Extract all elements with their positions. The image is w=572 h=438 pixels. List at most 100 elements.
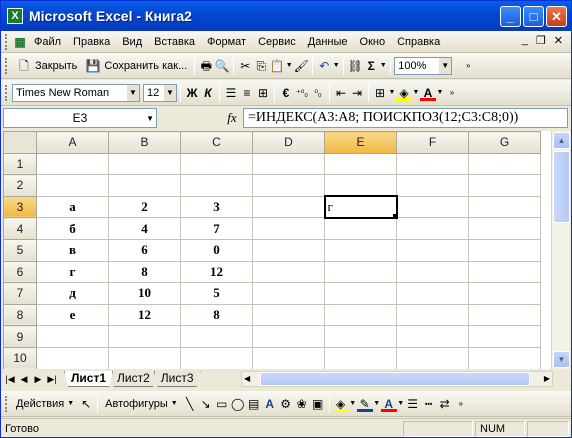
- zoom-select[interactable]: 100% ▼: [394, 56, 453, 75]
- draw-font-color-dropdown-icon[interactable]: ▼: [397, 396, 405, 412]
- fill-color-icon[interactable]: ◈: [396, 85, 412, 101]
- cell-e5[interactable]: [324, 238, 397, 262]
- menu-window[interactable]: Окно: [354, 36, 392, 48]
- workbook-restore-button[interactable]: ❐: [536, 34, 546, 47]
- cut-icon[interactable]: ✂: [237, 58, 253, 74]
- insert-function-button[interactable]: fx: [221, 110, 243, 126]
- name-box[interactable]: E3 ▼: [3, 108, 157, 128]
- line-style-icon[interactable]: ☰: [405, 396, 421, 412]
- row-header[interactable]: 4: [3, 217, 37, 240]
- cell-a3[interactable]: а: [36, 195, 109, 219]
- vertical-scrollbar[interactable]: ▲ ▼: [551, 131, 570, 369]
- cell-g5[interactable]: [468, 238, 541, 262]
- cell-c7[interactable]: 5: [180, 282, 253, 305]
- paste-icon[interactable]: 📋: [269, 58, 285, 74]
- cell-a9[interactable]: [36, 325, 109, 348]
- menu-data[interactable]: Данные: [302, 36, 354, 48]
- cell-g7[interactable]: [468, 282, 541, 305]
- cell-f1[interactable]: [396, 152, 469, 176]
- copy-icon[interactable]: ⎘: [253, 58, 269, 74]
- cell-d1[interactable]: [252, 152, 325, 176]
- paste-dropdown-icon[interactable]: ▼: [285, 58, 293, 74]
- workbook-close-button[interactable]: ✕: [554, 34, 563, 47]
- cell-c6[interactable]: 12: [180, 260, 253, 284]
- cell-c10[interactable]: [180, 346, 253, 369]
- close-button[interactable]: ✕: [546, 6, 567, 27]
- toolbar-options-icon[interactable]: »: [444, 85, 460, 101]
- fill-color-icon[interactable]: ◈: [332, 396, 349, 412]
- title-bar[interactable]: X Microsoft Excel - Книга2 _ □ ✕: [1, 1, 571, 31]
- toolbar-options-icon[interactable]: »: [460, 58, 476, 74]
- cell-f5[interactable]: [396, 238, 469, 262]
- chevron-down-icon[interactable]: ▼: [127, 84, 139, 101]
- arrow-icon[interactable]: ↘: [198, 396, 214, 412]
- scroll-up-icon[interactable]: ▲: [553, 132, 570, 149]
- cell-f4[interactable]: [396, 217, 469, 240]
- cell-d3[interactable]: [252, 195, 325, 219]
- cell-b8[interactable]: 12: [108, 303, 181, 327]
- increase-decimal-button[interactable]: ⁺⁰₀: [294, 85, 310, 101]
- row-header[interactable]: 9: [3, 325, 37, 348]
- cell-f8[interactable]: [396, 303, 469, 327]
- menu-help[interactable]: Справка: [391, 36, 446, 48]
- cell-f7[interactable]: [396, 282, 469, 305]
- line-color-dropdown-icon[interactable]: ▼: [373, 396, 381, 412]
- cell-d10[interactable]: [252, 346, 325, 369]
- menu-insert[interactable]: Вставка: [148, 36, 201, 48]
- horizontal-scroll-thumb[interactable]: [260, 372, 530, 386]
- select-all-corner[interactable]: [3, 131, 37, 154]
- cell-a10[interactable]: [36, 346, 109, 369]
- textbox-icon[interactable]: ▤: [246, 396, 262, 412]
- font-color-button[interactable]: А: [420, 85, 436, 101]
- next-sheet-icon[interactable]: ▶: [31, 374, 45, 385]
- print-preview-icon[interactable]: 🔍: [214, 58, 230, 74]
- sheet-tab-1[interactable]: Лист1: [64, 371, 114, 387]
- row-header[interactable]: 8: [3, 303, 37, 327]
- cell-e3[interactable]: г: [323, 195, 398, 219]
- workbook-icon[interactable]: ▦: [12, 34, 28, 50]
- scroll-down-icon[interactable]: ▼: [553, 351, 570, 368]
- clipart-icon[interactable]: ❀: [294, 396, 310, 412]
- menu-format[interactable]: Формат: [201, 36, 252, 48]
- cell-g6[interactable]: [468, 260, 541, 284]
- cell-a5[interactable]: в: [36, 238, 109, 262]
- cell-c9[interactable]: [180, 325, 253, 348]
- cell-c5[interactable]: 0: [180, 238, 253, 262]
- cell-g3[interactable]: [468, 195, 541, 219]
- align-left-icon[interactable]: ☰: [223, 85, 239, 101]
- maximize-button[interactable]: □: [523, 6, 544, 27]
- cell-a2[interactable]: [36, 174, 109, 197]
- toolbar-grip[interactable]: [5, 33, 8, 50]
- undo-icon[interactable]: ↶: [316, 58, 332, 74]
- minimize-button[interactable]: _: [500, 6, 521, 27]
- menu-view[interactable]: Вид: [116, 36, 148, 48]
- cell-a7[interactable]: д: [36, 282, 109, 305]
- cell-d8[interactable]: [252, 303, 325, 327]
- chevron-down-icon[interactable]: ▼: [146, 110, 154, 128]
- prev-sheet-icon[interactable]: ◀: [17, 374, 31, 385]
- cell-c1[interactable]: [180, 152, 253, 176]
- cell-e7[interactable]: [324, 282, 397, 305]
- bold-button[interactable]: Ж: [184, 85, 200, 101]
- toolbar-grip[interactable]: [5, 57, 8, 74]
- italic-button[interactable]: К: [200, 85, 216, 101]
- cell-c3[interactable]: 3: [180, 195, 253, 219]
- menu-tools[interactable]: Сервис: [252, 36, 302, 48]
- column-header-e[interactable]: E: [324, 131, 397, 154]
- cell-a1[interactable]: [36, 152, 109, 176]
- borders-icon[interactable]: ⊞: [372, 85, 388, 101]
- cell-e1[interactable]: [324, 152, 397, 176]
- dash-style-icon[interactable]: ┅: [421, 396, 437, 412]
- currency-button[interactable]: €: [278, 85, 294, 101]
- align-center-icon[interactable]: ≡: [239, 85, 255, 101]
- chevron-down-icon[interactable]: ▼: [439, 57, 452, 74]
- row-header[interactable]: 2: [3, 174, 37, 197]
- row-header[interactable]: 1: [3, 152, 37, 176]
- diagram-icon[interactable]: ⚙: [278, 396, 294, 412]
- vertical-scroll-thumb[interactable]: [553, 151, 570, 223]
- toolbar-grip[interactable]: [5, 395, 8, 412]
- print-icon[interactable]: 🖶: [198, 58, 214, 74]
- excel-app-icon[interactable]: X: [7, 8, 23, 24]
- cell-d4[interactable]: [252, 217, 325, 240]
- format-painter-icon[interactable]: 🖌: [293, 58, 309, 74]
